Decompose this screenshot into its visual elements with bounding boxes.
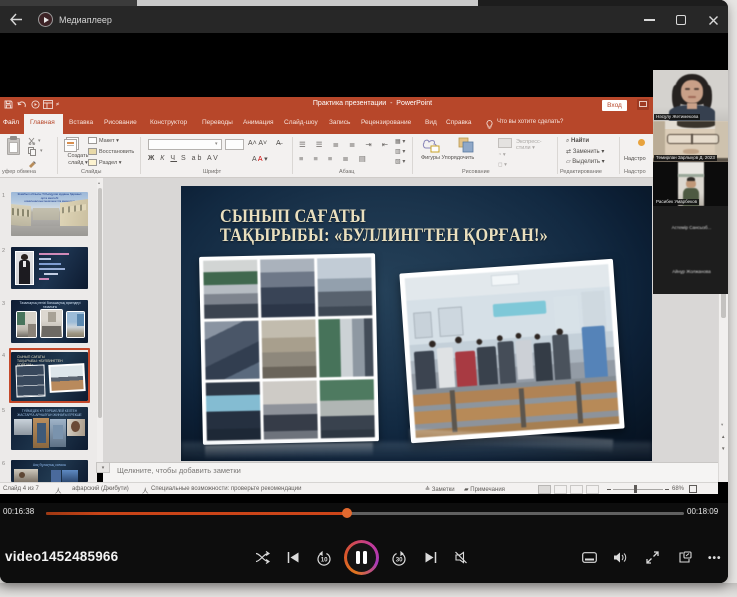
svg-text:30: 30 — [396, 557, 403, 564]
svg-text:10: 10 — [321, 557, 328, 564]
